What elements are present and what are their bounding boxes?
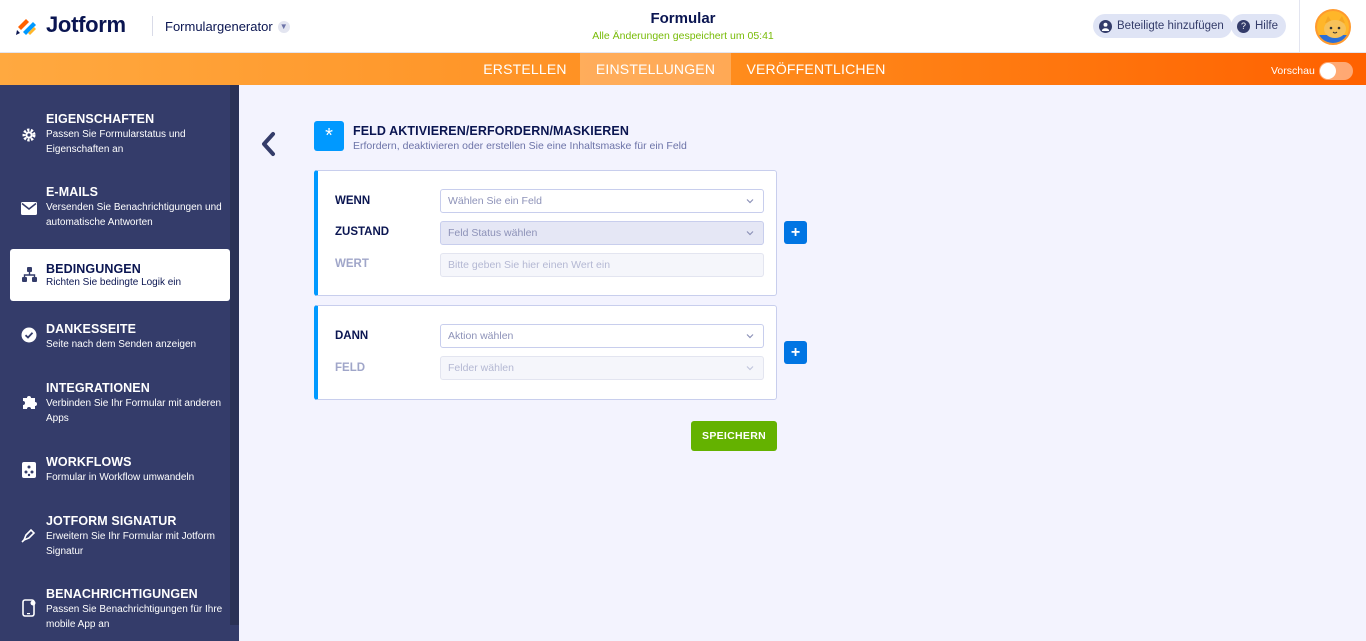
settings-sidebar: EIGENSCHAFTEN Passen Sie Formularstatus …	[0, 85, 239, 641]
chevron-down-icon	[746, 199, 754, 204]
dann-action-select[interactable]: Aktion wählen	[440, 324, 764, 348]
tab-einstellungen[interactable]: EINSTELLUNGEN	[580, 53, 731, 85]
tab-veroeffentlichen[interactable]: VERÖFFENTLICHEN	[731, 53, 901, 85]
condition-description: Erfordern, deaktivieren oder erstellen S…	[353, 140, 687, 152]
asterisk-icon: *	[314, 121, 344, 151]
sidebar-item-title: E-MAILS	[46, 185, 99, 199]
avatar[interactable]	[1315, 8, 1351, 45]
sidebar-item-desc: Verbinden Sie Ihr Formular mit anderen A…	[46, 398, 222, 424]
sidebar-item-dankesseite[interactable]: DANKESSEITE Seite nach dem Senden anzeig…	[10, 322, 230, 362]
sidebar-item-eigenschaften[interactable]: EIGENSCHAFTEN Passen Sie Formularstatus …	[10, 112, 230, 168]
feld-placeholder: Felder wählen	[448, 362, 514, 374]
zustand-select[interactable]: Feld Status wählen	[440, 221, 764, 245]
top-header: Jotform Formulargenerator ▼ Formular All…	[0, 0, 1366, 53]
zustand-label: ZUSTAND	[335, 226, 390, 238]
sidebar-item-bedingungen[interactable]: BEDINGUNGEN Richten Sie bedingte Logik e…	[10, 249, 230, 301]
sidebar-item-desc: Richten Sie bedingte Logik ein	[46, 277, 182, 288]
sidebar-item-desc: Formular in Workflow umwandeln	[46, 472, 195, 483]
chevron-down-icon	[746, 231, 754, 236]
help-button[interactable]: ? Hilfe	[1231, 14, 1287, 38]
add-participants-button[interactable]: Beteiligte hinzufügen	[1093, 14, 1232, 38]
sidebar-item-desc: Erweitern Sie Ihr Formular mit Jotform S…	[46, 531, 215, 557]
chevron-left-icon	[262, 132, 275, 156]
sidebar-item-workflows[interactable]: WORKFLOWS Formular in Workflow umwandeln	[10, 455, 230, 495]
pen-icon	[20, 526, 38, 544]
wenn-field-select[interactable]: Wählen Sie ein Feld	[440, 189, 764, 213]
then-action-card: DANN Aktion wählen FELD Felder wählen	[314, 305, 777, 400]
feld-label: FELD	[335, 362, 366, 374]
preview-label: Vorschau	[1271, 65, 1315, 77]
cat-avatar-icon	[1317, 15, 1349, 43]
sidebar-item-title: EIGENSCHAFTEN	[46, 112, 155, 126]
toggle-knob	[1319, 63, 1336, 79]
sidebar-item-desc: Passen Sie Benachrichtigungen für Ihre m…	[46, 604, 223, 630]
add-action-button[interactable]: +	[784, 341, 807, 364]
sidebar-item-title: INTEGRATIONEN	[46, 381, 150, 395]
sidebar-item-integrationen[interactable]: INTEGRATIONEN Verbinden Sie Ihr Formular…	[10, 381, 230, 437]
sidebar-item-title: BENACHRICHTIGUNGEN	[46, 587, 198, 601]
wert-placeholder: Bitte geben Sie hier einen Wert ein	[448, 259, 611, 271]
sidebar-item-desc: Seite nach dem Senden anzeigen	[46, 339, 197, 350]
chevron-down-icon	[746, 334, 754, 339]
sidebar-item-desc: Passen Sie Formularstatus und Eigenschaf…	[46, 129, 186, 155]
main-nav: ERSTELLEN EINSTELLUNGEN VERÖFFENTLICHEN …	[0, 53, 1366, 85]
sitemap-icon	[20, 265, 38, 283]
user-icon	[1099, 19, 1112, 33]
gear-icon	[20, 126, 38, 144]
sidebar-item-emails[interactable]: E-MAILS Versenden Sie Benachrichtigungen…	[10, 185, 230, 241]
sidebar-item-title: BEDINGUNGEN	[46, 262, 141, 276]
sidebar-item-title: JOTFORM SIGNATUR	[46, 514, 177, 528]
sidebar-item-jotform-signatur[interactable]: JOTFORM SIGNATUR Erweitern Sie Ihr Formu…	[10, 514, 230, 570]
back-button[interactable]	[259, 131, 279, 157]
wert-label: WERT	[335, 258, 369, 270]
dann-label: DANN	[335, 330, 369, 342]
help-label: Hilfe	[1255, 20, 1279, 32]
zustand-placeholder: Feld Status wählen	[448, 227, 538, 239]
add-condition-button[interactable]: +	[784, 221, 807, 244]
question-icon: ?	[1237, 19, 1250, 33]
sidebar-scrollbar[interactable]	[230, 85, 239, 625]
check-circle-icon	[20, 326, 38, 344]
envelope-icon	[20, 199, 38, 217]
feld-select[interactable]: Felder wählen	[440, 356, 764, 380]
wert-input[interactable]: Bitte geben Sie hier einen Wert ein	[440, 253, 764, 277]
if-condition-card: WENN Wählen Sie ein Feld ZUSTAND Feld St…	[314, 170, 777, 296]
wenn-placeholder: Wählen Sie ein Feld	[448, 195, 542, 207]
avatar-area[interactable]	[1299, 0, 1366, 53]
sidebar-item-desc: Versenden Sie Benachrichtigungen und aut…	[46, 202, 222, 228]
wenn-label: WENN	[335, 195, 371, 207]
dann-placeholder: Aktion wählen	[448, 330, 514, 342]
preview-toggle[interactable]	[1318, 62, 1353, 80]
puzzle-icon	[20, 393, 38, 411]
tab-erstellen[interactable]: ERSTELLEN	[470, 53, 580, 85]
preview-toggle-area[interactable]: Vorschau	[1271, 62, 1353, 80]
condition-title: FELD AKTIVIEREN/ERFORDERN/MASKIEREN	[353, 124, 629, 138]
add-participants-label: Beteiligte hinzufügen	[1117, 20, 1224, 32]
sidebar-item-title: WORKFLOWS	[46, 455, 132, 469]
workflow-icon	[20, 461, 38, 479]
chevron-down-icon	[746, 366, 754, 371]
sidebar-item-benachrichtigungen[interactable]: BENACHRICHTIGUNGEN Passen Sie Benachrich…	[10, 587, 230, 641]
mobile-icon	[20, 599, 38, 617]
save-button[interactable]: SPEICHERN	[691, 421, 777, 451]
sidebar-item-title: DANKESSEITE	[46, 322, 137, 336]
